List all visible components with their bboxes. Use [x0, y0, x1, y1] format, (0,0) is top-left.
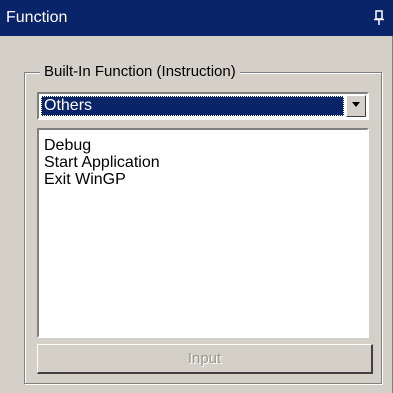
- list-item-exit-wingp[interactable]: Exit WinGP: [44, 171, 367, 188]
- input-button[interactable]: Input: [37, 344, 373, 374]
- function-panel: Function Built-In Function (Instruction)…: [0, 0, 393, 393]
- dropdown-button[interactable]: [346, 95, 366, 117]
- group-label: Built-In Function (Instruction): [40, 64, 240, 80]
- list-item-debug[interactable]: Debug: [44, 137, 367, 154]
- window-title: Function: [6, 9, 68, 26]
- function-category-select[interactable]: Others: [37, 92, 369, 120]
- chevron-down-icon: [352, 102, 360, 107]
- pushpin-icon[interactable]: [373, 10, 385, 26]
- function-list[interactable]: Debug Start Application Exit WinGP: [37, 128, 369, 338]
- list-item-start-application[interactable]: Start Application: [44, 154, 367, 171]
- title-bar: Function: [0, 0, 393, 36]
- selected-category[interactable]: Others: [41, 96, 344, 116]
